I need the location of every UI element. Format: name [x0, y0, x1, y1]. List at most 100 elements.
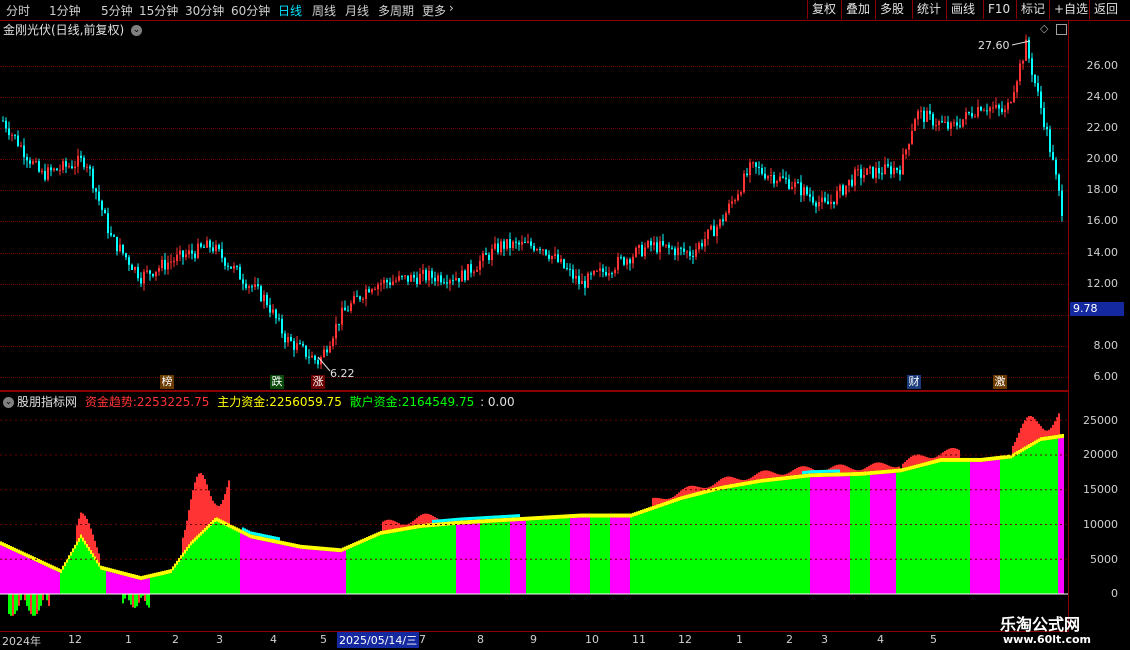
fund-bar — [1014, 456, 1016, 594]
candle-body — [449, 280, 451, 284]
main-fund-band — [154, 572, 156, 577]
fund-bar — [226, 526, 228, 594]
main-fund-band — [884, 469, 886, 474]
multi-stock-button[interactable]: 多股 — [875, 0, 908, 19]
fund-bar — [964, 461, 966, 594]
candle-body — [896, 167, 898, 170]
period-tab-timeshare[interactable]: 分时 — [6, 2, 30, 19]
period-tab-5min[interactable]: 5分钟 — [101, 2, 133, 19]
trend-spike — [388, 519, 390, 530]
fund-bar — [814, 477, 816, 594]
trend-spike — [948, 448, 950, 458]
event-marker-bang[interactable]: 榜 — [160, 375, 174, 389]
main-fund-band — [278, 540, 280, 545]
trend-spike — [676, 494, 678, 498]
trend-spike — [926, 457, 928, 462]
retail-cap — [436, 519, 438, 523]
event-marker-incentive[interactable]: 激 — [993, 375, 1007, 389]
add-watchlist-button[interactable]: +自选 — [1049, 0, 1092, 19]
fund-bar — [818, 477, 820, 594]
main-fund-band — [810, 473, 812, 478]
candle-body — [356, 295, 358, 297]
candle-body — [1061, 190, 1063, 216]
main-fund-band — [758, 479, 760, 484]
trend-spike — [882, 463, 884, 470]
period-tab-multi[interactable]: 多周期 — [378, 2, 414, 19]
negative-bar — [130, 594, 132, 605]
trend-spike — [678, 492, 680, 497]
trend-spike — [908, 458, 910, 467]
candle-body — [392, 281, 394, 285]
fund-bar — [206, 529, 208, 594]
fund-bar — [596, 517, 598, 594]
main-fund-band — [78, 537, 80, 542]
fund-bar — [10, 549, 12, 594]
retail-cap — [480, 516, 482, 520]
back-button[interactable]: 返回 — [1089, 0, 1122, 19]
fund-bar — [634, 516, 636, 594]
fund-bar — [502, 522, 504, 594]
main-fund-band — [216, 517, 218, 522]
trend-spike — [1012, 445, 1014, 454]
fund-bar — [990, 460, 992, 594]
fund-bar — [20, 554, 22, 594]
candle-body — [611, 273, 613, 275]
candle-body — [941, 121, 943, 123]
main-fund-band — [1042, 436, 1044, 441]
period-tab-30min[interactable]: 30分钟 — [185, 2, 224, 19]
fund-bar — [746, 485, 748, 594]
period-tab-daily[interactable]: 日线 — [278, 2, 302, 19]
period-tab-1min[interactable]: 1分钟 — [49, 2, 81, 19]
main-fund-band — [1016, 451, 1018, 455]
main-fund-band — [654, 505, 656, 510]
fund-bar — [362, 542, 364, 594]
period-tab-monthly[interactable]: 月线 — [345, 2, 369, 19]
candle-body — [776, 181, 778, 184]
f10-button[interactable]: F10 — [983, 0, 1014, 19]
trend-spike — [78, 518, 80, 538]
event-marker-down[interactable]: 跌 — [270, 375, 284, 389]
main-fund-band — [56, 567, 58, 572]
period-tab-more[interactable]: 更多 — [422, 2, 446, 19]
main-fund-band — [358, 540, 360, 545]
candle-body — [155, 271, 157, 277]
chevron-right-icon[interactable]: › — [449, 1, 454, 15]
main-fund-band — [200, 531, 202, 536]
statistics-button[interactable]: 统计 — [912, 0, 945, 19]
mark-button[interactable]: 标记 — [1016, 0, 1049, 19]
event-marker-finance[interactable]: 财 — [907, 375, 921, 389]
main-fund-band — [486, 518, 488, 523]
candle-body — [860, 169, 862, 178]
trend-spike — [894, 467, 896, 469]
fund-bar — [996, 460, 998, 594]
candle-body — [620, 257, 622, 259]
main-fund-band — [414, 525, 416, 530]
fund-bar — [536, 520, 538, 594]
candle-body — [674, 248, 676, 256]
draw-line-button[interactable]: 画线 — [946, 0, 979, 19]
period-tab-weekly[interactable]: 周线 — [312, 2, 336, 19]
retail-cap — [250, 531, 252, 535]
candle-body — [968, 112, 970, 114]
adjust-button[interactable]: 复权 — [807, 0, 840, 19]
trend-spike — [712, 485, 714, 488]
candle-body — [188, 250, 190, 255]
fund-bar — [722, 489, 724, 594]
trend-spike — [722, 477, 724, 486]
fund-bar — [496, 522, 498, 594]
overlay-button[interactable]: 叠加 — [841, 0, 874, 19]
period-tab-60min[interactable]: 60分钟 — [231, 2, 270, 19]
main-fund-band — [138, 575, 140, 580]
trend-spike — [1028, 416, 1030, 445]
period-tab-15min[interactable]: 15分钟 — [139, 2, 178, 19]
fund-bar — [66, 562, 68, 594]
fund-bar — [854, 476, 856, 594]
main-fund-band — [658, 503, 660, 508]
main-fund-band — [294, 543, 296, 548]
trend-spike — [226, 487, 228, 523]
fund-bar — [586, 517, 588, 594]
event-marker-up[interactable]: 涨 — [311, 375, 325, 389]
trend-spike — [1048, 429, 1050, 436]
fund-bar — [288, 546, 290, 594]
main-fund-band — [480, 519, 482, 524]
